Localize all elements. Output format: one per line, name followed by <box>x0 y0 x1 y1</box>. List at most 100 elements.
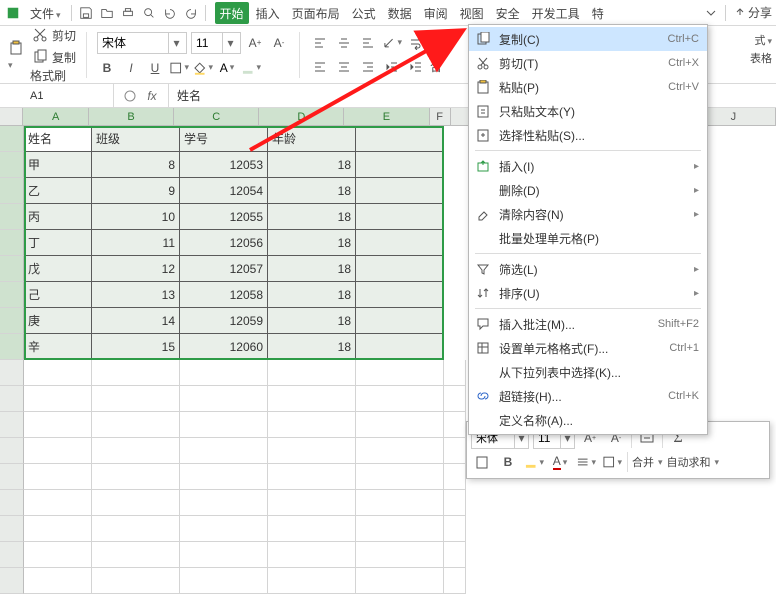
paste-icon[interactable] <box>6 38 26 58</box>
cell[interactable] <box>356 204 444 230</box>
qa-preview-icon[interactable] <box>140 4 158 22</box>
cell[interactable] <box>24 386 92 412</box>
cell[interactable] <box>356 334 444 360</box>
cell[interactable] <box>356 516 444 542</box>
row-head[interactable] <box>0 308 24 334</box>
cell[interactable] <box>356 256 444 282</box>
cell[interactable] <box>444 386 466 412</box>
row-head[interactable] <box>0 334 24 360</box>
cell[interactable] <box>444 438 466 464</box>
row-head[interactable] <box>0 568 24 594</box>
cell[interactable]: 12056 <box>180 230 268 256</box>
cell[interactable]: 18 <box>268 308 356 334</box>
tab-insert[interactable]: 插入 <box>251 2 285 24</box>
cell[interactable] <box>92 412 180 438</box>
tab-formulas[interactable]: 公式 <box>347 2 381 24</box>
increase-font-icon[interactable]: A+ <box>245 33 265 53</box>
cell[interactable]: 戊 <box>24 256 92 282</box>
cell[interactable]: 12060 <box>180 334 268 360</box>
cell[interactable]: 丙 <box>24 204 92 230</box>
ctx-paste[interactable]: 粘贴(P) Ctrl+V <box>469 75 707 99</box>
row-head[interactable] <box>0 516 24 542</box>
cell[interactable] <box>444 568 466 594</box>
cell[interactable] <box>356 360 444 386</box>
increase-indent-icon[interactable] <box>406 57 426 77</box>
align-left-icon[interactable] <box>310 57 330 77</box>
cell[interactable] <box>92 516 180 542</box>
cell[interactable]: 甲 <box>24 152 92 178</box>
file-menu[interactable]: 文件 <box>25 2 66 24</box>
cell[interactable] <box>268 542 356 568</box>
mini-border-icon[interactable] <box>601 451 623 473</box>
cell[interactable] <box>180 464 268 490</box>
col-head-b[interactable]: B <box>89 108 174 125</box>
cell[interactable]: 学号 <box>180 126 268 152</box>
qa-save-icon[interactable] <box>77 4 95 22</box>
qa-redo-icon[interactable] <box>182 4 200 22</box>
col-head-a[interactable]: A <box>23 108 89 125</box>
cell[interactable] <box>268 464 356 490</box>
cell[interactable] <box>180 360 268 386</box>
qa-open-icon[interactable] <box>98 4 116 22</box>
ctx-format-cells[interactable]: 设置单元格格式(F)... Ctrl+1 <box>469 336 707 360</box>
fx-cancel-icon[interactable] <box>122 88 138 104</box>
ctx-batch[interactable]: 批量处理单元格(P) <box>469 226 707 250</box>
copy-button[interactable]: 复制 <box>30 47 76 67</box>
row-head[interactable] <box>0 282 24 308</box>
font-size-input[interactable] <box>192 33 222 53</box>
ctx-comment[interactable]: 插入批注(M)... Shift+F2 <box>469 312 707 336</box>
cell[interactable]: 10 <box>92 204 180 230</box>
cell[interactable]: 12053 <box>180 152 268 178</box>
cell[interactable] <box>356 230 444 256</box>
ctx-cut[interactable]: 剪切(T) Ctrl+X <box>469 51 707 75</box>
tab-page-layout[interactable]: 页面布局 <box>287 2 345 24</box>
decrease-font-icon[interactable]: A- <box>269 33 289 53</box>
fx-icon[interactable]: fx <box>144 88 160 104</box>
cell[interactable]: 15 <box>92 334 180 360</box>
cell[interactable] <box>268 490 356 516</box>
cell[interactable] <box>180 568 268 594</box>
format-painter-button[interactable]: 格式刷 <box>30 67 76 84</box>
cell[interactable]: 12058 <box>180 282 268 308</box>
cell[interactable] <box>444 412 466 438</box>
cell[interactable]: 庚 <box>24 308 92 334</box>
cell[interactable] <box>92 568 180 594</box>
cell[interactable] <box>356 126 444 152</box>
mini-font-color-icon[interactable]: A <box>549 451 571 473</box>
cell[interactable] <box>356 386 444 412</box>
cell[interactable]: 18 <box>268 152 356 178</box>
cell[interactable] <box>356 464 444 490</box>
col-head-f[interactable]: F <box>430 108 451 125</box>
font-name-select[interactable]: ▾ <box>97 32 187 54</box>
formula-value[interactable]: 姓名 <box>169 87 201 104</box>
align-bottom-icon[interactable] <box>358 33 378 53</box>
cell[interactable] <box>444 490 466 516</box>
mini-autosum-button[interactable]: 自动求和 <box>667 454 720 470</box>
cell[interactable] <box>24 464 92 490</box>
row-head[interactable] <box>0 490 24 516</box>
ctx-insert[interactable]: 插入(I) ▸ <box>469 154 707 178</box>
cell[interactable]: 18 <box>268 204 356 230</box>
cell[interactable]: 姓名 <box>24 126 92 152</box>
ctx-copy[interactable]: 复制(C) Ctrl+C <box>469 27 707 51</box>
cell[interactable]: 12054 <box>180 178 268 204</box>
ctx-paste-special[interactable]: 选择性粘贴(S)... <box>469 123 707 147</box>
cell[interactable] <box>356 178 444 204</box>
chevron-down-icon[interactable]: ▾ <box>168 33 184 53</box>
orientation-icon[interactable] <box>382 33 402 53</box>
table-style-button[interactable]: 表格 <box>750 50 772 66</box>
mini-align-icon[interactable] <box>575 451 597 473</box>
cell[interactable] <box>356 282 444 308</box>
row-head[interactable] <box>0 412 24 438</box>
tab-security[interactable]: 安全 <box>491 2 525 24</box>
cell[interactable]: 班级 <box>92 126 180 152</box>
font-name-input[interactable] <box>98 33 168 53</box>
cell[interactable] <box>24 516 92 542</box>
mini-merge-button[interactable]: 合并 <box>632 454 663 470</box>
row-head[interactable] <box>0 464 24 490</box>
cell[interactable] <box>268 438 356 464</box>
underline-button[interactable]: U <box>145 58 165 78</box>
align-right-icon[interactable] <box>358 57 378 77</box>
cell[interactable] <box>24 568 92 594</box>
chevron-down-icon[interactable]: ▾ <box>222 33 238 53</box>
